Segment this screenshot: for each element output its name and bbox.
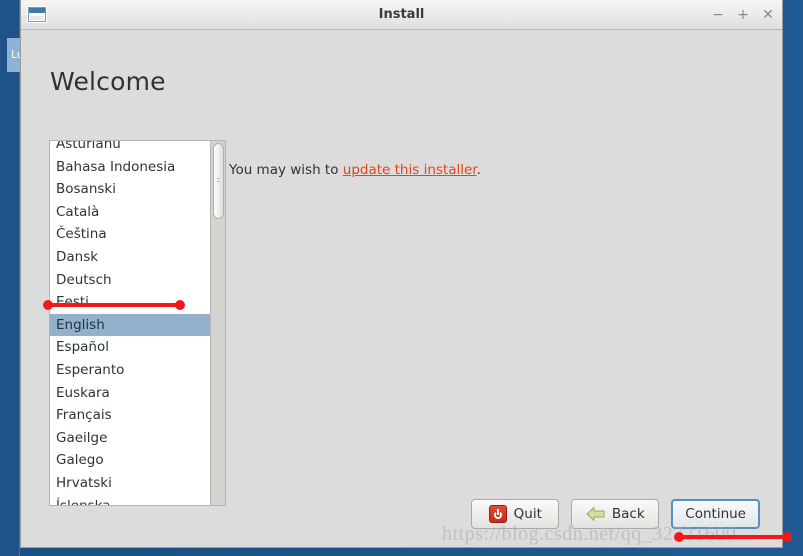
page-title: Welcome [50,67,166,96]
language-list-item[interactable]: Gaeilge [50,427,210,450]
language-list-item[interactable]: English [50,313,210,337]
language-list-item[interactable]: Bosanski [50,178,210,201]
window-controls: − + ✕ [712,8,774,22]
language-list-item[interactable]: Dansk [50,246,210,269]
continue-button[interactable]: Continue [671,499,760,529]
window-content: Welcome Asturianu Bahasa Indonesia Bosansk… [21,30,782,547]
maximize-icon[interactable]: + [737,8,749,22]
continue-button-label: Continue [685,506,746,522]
language-list-item[interactable]: Deutsch [50,269,210,292]
back-button-label: Back [611,506,645,522]
language-list-item[interactable]: Español [50,336,210,359]
application-window-icon [28,7,46,22]
language-list-item[interactable]: Bahasa Indonesia [50,156,210,179]
note-suffix: . [476,162,481,178]
left-arrow-icon [586,507,605,521]
language-list-item[interactable]: Català [50,201,210,224]
update-installer-link[interactable]: update this installer [343,162,477,178]
installer-window: Install − + ✕ Welcome Asturianu Bahasa In… [20,0,783,548]
quit-button-label: Quit [513,506,542,522]
language-list-items: Asturianu Bahasa Indonesia Bosanski Català Č… [50,141,210,506]
installer-update-note: You may wish to update this installer. [229,162,481,178]
dialog-button-row: Quit Back Continue [471,499,760,529]
red-annotation-english [43,300,185,310]
language-list-scrollbar[interactable] [211,140,226,506]
language-list-item[interactable]: Galego [50,449,210,472]
minimize-icon[interactable]: − [712,8,724,22]
language-list[interactable]: Asturianu Bahasa Indonesia Bosanski Català Č… [49,140,211,506]
back-button[interactable]: Back [571,499,660,529]
language-list-item[interactable]: Français [50,404,210,427]
language-list-item[interactable]: Čeština [50,223,210,246]
language-list-item[interactable]: Esperanto [50,359,210,382]
window-titlebar[interactable]: Install − + ✕ [21,0,782,30]
note-prefix: You may wish to [229,162,343,178]
scrollbar-thumb[interactable] [213,143,224,219]
language-list-item[interactable]: Euskara [50,382,210,405]
close-icon[interactable]: ✕ [762,8,774,22]
quit-button[interactable]: Quit [471,499,560,529]
language-list-item[interactable]: Hrvatski [50,472,210,495]
desktop-background: Lu Install − + ✕ Welcome Asturianu Bahasa… [0,0,803,556]
language-list-item[interactable]: Íslenska [50,495,210,506]
window-title: Install [378,7,425,22]
power-icon [488,505,507,523]
red-annotation-bottom [674,532,792,542]
language-list-item[interactable]: Asturianu [50,141,210,156]
desktop-left-panel: Lu [0,0,29,556]
